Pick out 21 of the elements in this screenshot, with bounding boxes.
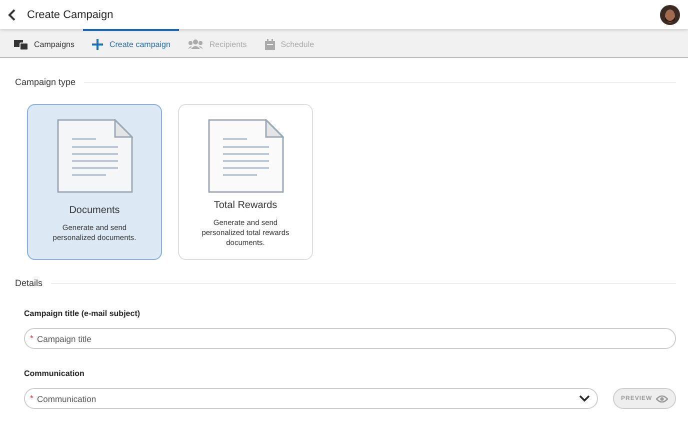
card-title: Documents xyxy=(69,205,120,216)
tab[interactable]: Create campaign xyxy=(83,29,180,57)
people-icon xyxy=(188,39,204,49)
document-icon xyxy=(208,119,284,193)
section-heading: Details xyxy=(15,278,43,288)
back-icon[interactable] xyxy=(8,8,16,20)
plus-icon xyxy=(92,38,104,50)
eye-icon xyxy=(656,394,668,402)
document-icon xyxy=(56,119,132,193)
required-mark: * xyxy=(30,394,34,402)
calendar-icon xyxy=(264,38,275,50)
card-title: Total Rewards xyxy=(214,200,278,211)
section-heading: Campaign type xyxy=(15,77,76,87)
page-title: Create Campaign xyxy=(27,8,114,20)
campaigns-icon xyxy=(14,38,28,50)
field-label: Campaign title (e-mail subject) xyxy=(24,309,142,318)
chevron-down-icon[interactable] xyxy=(579,395,590,402)
avatar-icon[interactable] xyxy=(660,4,680,24)
required-mark: * xyxy=(30,334,34,342)
field-label: Communication xyxy=(24,369,86,378)
tab[interactable]: Campaigns xyxy=(5,29,84,57)
